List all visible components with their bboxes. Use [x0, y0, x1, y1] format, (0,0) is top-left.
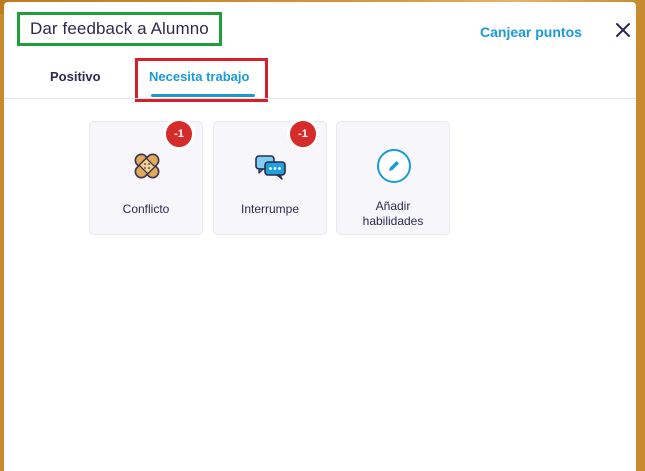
feedback-dialog: Dar feedback a Alumno Canjear puntos Pos… [4, 2, 636, 471]
skill-label: Conflicto [122, 202, 170, 216]
close-icon [616, 23, 630, 37]
header-divider [4, 98, 636, 99]
close-button[interactable] [611, 18, 635, 42]
tab-necesita-trabajo[interactable]: Necesita trabajo [149, 69, 249, 84]
dialog-title: Dar feedback a Alumno [30, 19, 209, 38]
chat-bubbles-icon [255, 155, 286, 180]
bandage-icon [134, 153, 160, 179]
tab-positivo[interactable]: Positivo [50, 69, 101, 84]
skill-label: Añadir habilidades [362, 199, 424, 228]
skill-label: Interrumpe [240, 202, 300, 216]
add-skills-card[interactable]: Añadir habilidades [336, 121, 450, 235]
dialog-title-highlight: Dar feedback a Alumno [17, 12, 222, 46]
skill-card-conflicto[interactable]: -1 Conflicto [89, 118, 203, 235]
active-tab-indicator [151, 94, 255, 97]
skill-card-interrumpe[interactable]: -1 Interrumpe [213, 118, 327, 235]
negative-points-badge: -1 [163, 118, 195, 150]
edit-pencil-icon [377, 149, 411, 183]
negative-points-badge: -1 [287, 118, 319, 150]
redeem-points-link[interactable]: Canjear puntos [480, 24, 582, 40]
